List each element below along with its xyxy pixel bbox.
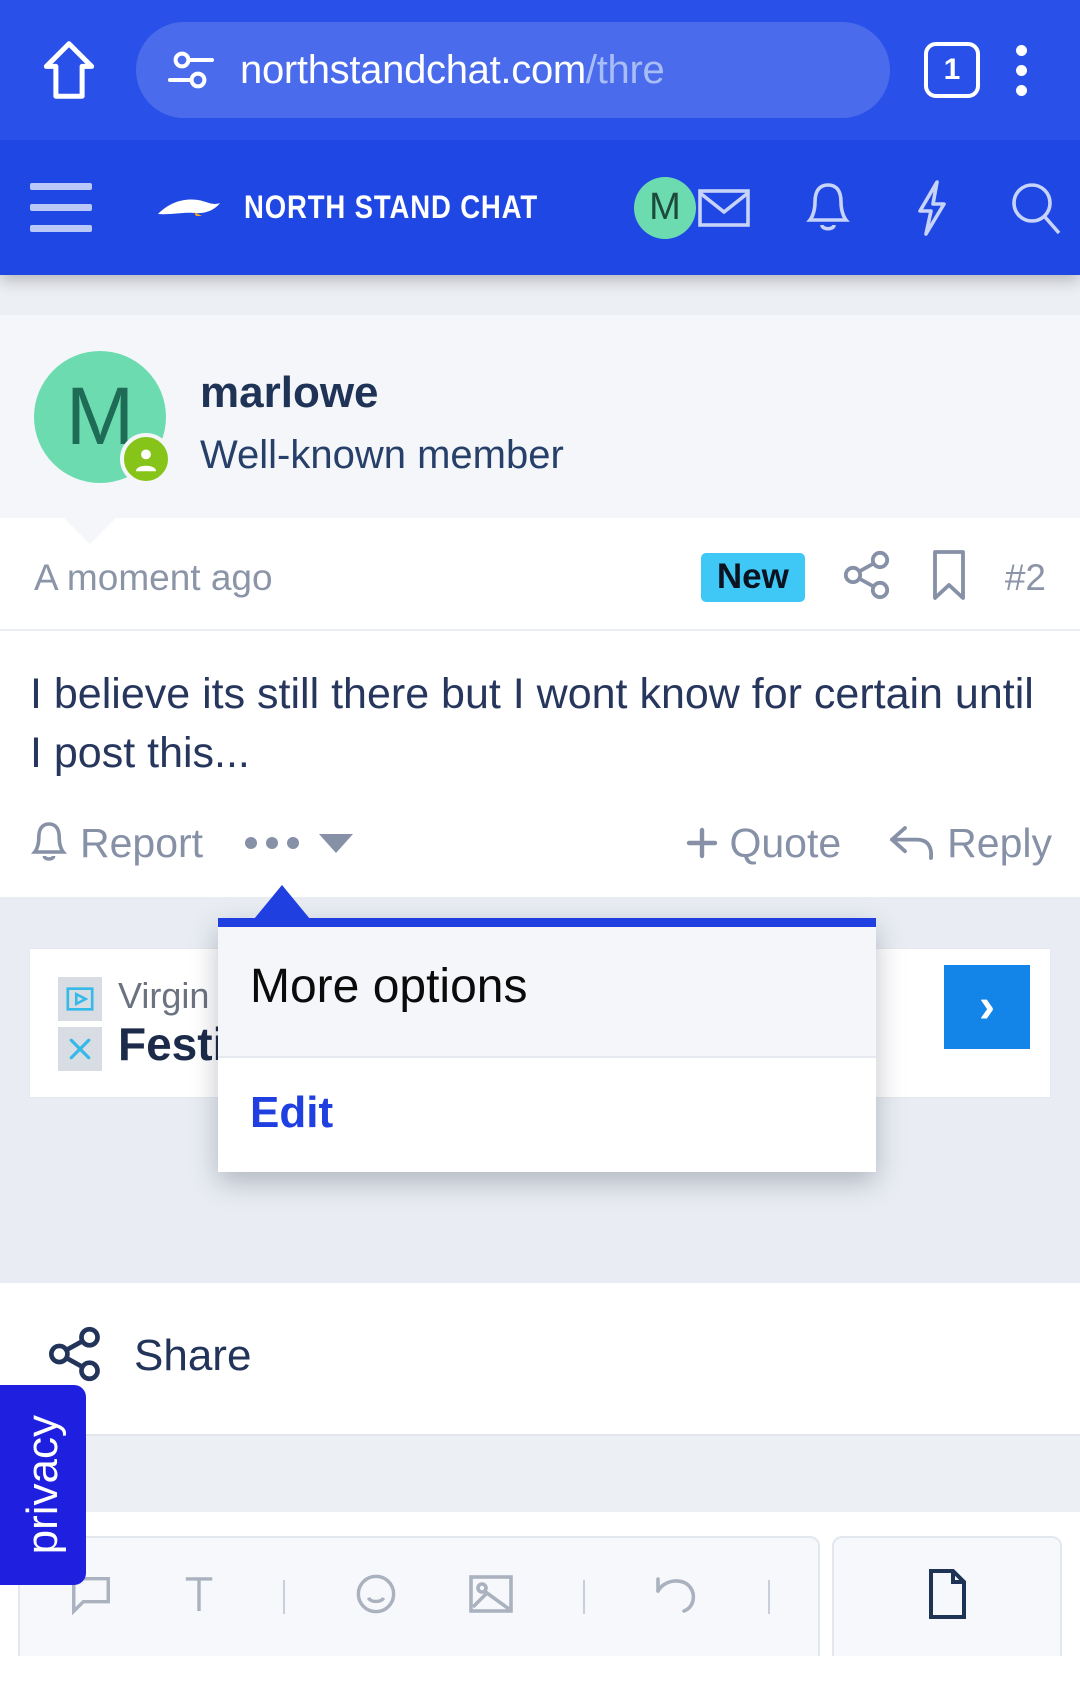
bookmark-icon[interactable]: [929, 548, 969, 607]
header-avatar[interactable]: M: [633, 176, 696, 239]
share-section[interactable]: Share: [0, 1282, 1080, 1434]
dropdown-item-edit[interactable]: Edit: [218, 1058, 876, 1172]
more-options-toggle[interactable]: [245, 833, 354, 853]
post-meta-actions: New #2: [700, 548, 1046, 607]
bell-icon[interactable]: [800, 180, 856, 236]
quote-button[interactable]: Quote: [685, 820, 841, 867]
editor-toolbar: [0, 1535, 1080, 1656]
site-settings-icon: [168, 51, 214, 89]
emoji-icon[interactable]: [353, 1571, 399, 1622]
adchoices-icon[interactable]: [58, 976, 102, 1021]
toolbar-divider: [768, 1579, 771, 1614]
online-status-icon: [120, 433, 172, 485]
envelope-icon[interactable]: [696, 180, 752, 236]
ad-cta-button[interactable]: ›: [944, 964, 1030, 1049]
lightning-icon[interactable]: [904, 179, 960, 236]
url-bar[interactable]: northstandchat.com/thre: [136, 22, 890, 118]
editor-toolbar-main: [18, 1535, 820, 1656]
home-icon[interactable]: [26, 39, 112, 101]
browser-toolbar: northstandchat.com/thre 1: [0, 0, 1080, 140]
report-button[interactable]: Report: [28, 820, 203, 867]
quote-label: Quote: [729, 819, 842, 866]
post-action-bar: Report Quote Reply: [0, 798, 1080, 897]
reply-button[interactable]: Reply: [887, 820, 1052, 867]
site-brand[interactable]: NORTH STAND CHAT: [154, 188, 586, 228]
dropdown-header: More options: [218, 927, 876, 1058]
status-badge: New: [700, 553, 805, 602]
ad-controls: [58, 976, 102, 1071]
post-body-text: I believe its still there but I wont kno…: [30, 670, 1034, 778]
privacy-tab[interactable]: privacy: [0, 1385, 86, 1585]
mobile-browser-screen: northstandchat.com/thre 1 NORTH STAND CH…: [0, 0, 1080, 1702]
search-icon[interactable]: [1008, 180, 1064, 236]
post-user-title: Well-known member: [200, 433, 564, 477]
post-card: M marlowe Well-known member A moment ago…: [0, 315, 1080, 897]
site-header: NORTH STAND CHAT M: [0, 140, 1080, 275]
hamburger-icon[interactable]: [30, 183, 92, 232]
share-icon: [46, 1325, 104, 1388]
post-user-header: M marlowe Well-known member: [0, 315, 1080, 544]
text-format-icon[interactable]: [182, 1571, 216, 1622]
header-icon-group: [696, 179, 1074, 236]
post-user-meta: marlowe Well-known member: [200, 351, 564, 484]
privacy-tab-label: privacy: [18, 1415, 67, 1555]
share-label: Share: [134, 1331, 252, 1381]
toolbar-divider: [582, 1579, 585, 1614]
post-action-right: Quote Reply: [685, 820, 1052, 867]
attachment-icon[interactable]: [921, 1567, 973, 1626]
site-brand-name: NORTH STAND CHAT: [244, 189, 539, 225]
post-number[interactable]: #2: [1005, 557, 1046, 599]
image-icon[interactable]: [467, 1573, 515, 1620]
undo-icon[interactable]: [652, 1573, 700, 1620]
dropdown-pointer-arrow: [254, 885, 310, 919]
content-top-spacer: [0, 275, 1080, 315]
share-icon[interactable]: [841, 549, 893, 606]
section-divider-band: [0, 1433, 1080, 1512]
post-username[interactable]: marlowe: [200, 365, 564, 420]
more-dots-icon: [245, 837, 300, 850]
tab-counter-button[interactable]: 1: [924, 42, 980, 98]
avatar[interactable]: M: [34, 351, 172, 485]
url-text: northstandchat.com/thre: [240, 47, 665, 92]
post-timestamp[interactable]: A moment ago: [34, 557, 273, 599]
seagull-logo-icon: [158, 199, 220, 216]
kebab-menu-icon[interactable]: [988, 44, 1054, 96]
editor-toolbar-attach: [832, 1535, 1062, 1656]
post-meta-bar: A moment ago New #2: [0, 518, 1080, 631]
toolbar-divider: [283, 1579, 286, 1614]
close-ad-icon[interactable]: [58, 1026, 102, 1071]
chevron-down-icon: [319, 833, 354, 853]
more-options-dropdown: More options Edit: [218, 885, 876, 1172]
report-label: Report: [80, 819, 204, 866]
reply-label: Reply: [947, 819, 1052, 866]
